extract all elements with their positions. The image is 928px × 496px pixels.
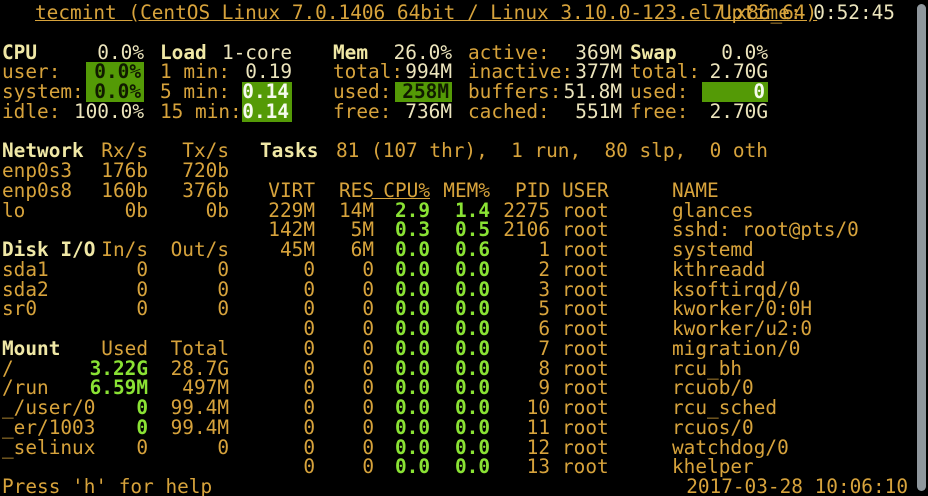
memx-value-2: 51.8M [502,82,622,102]
proc-pid-5: 5 [430,299,550,319]
uptime-label: Uptime: [720,1,802,24]
glances-terminal[interactable]: tecmint (CentOS Linux 7.0.1406 64bit / L… [0,0,928,496]
proc-user-6: root [562,319,609,339]
load-label-1: 5 min: [160,82,230,102]
proc-pid-1: 2106 [430,220,550,240]
load-value-2: 0.14 [242,102,292,122]
proc-user-2: root [562,240,609,260]
proc-pid-13: 13 [430,457,550,477]
proc-header-pid: PID [430,181,550,201]
proc-pid-6: 6 [430,319,550,339]
proc-user-13: root [562,457,609,477]
proc-name-2: systemd [672,240,754,260]
cpu-value-2: 100.0% [24,102,144,122]
mem-label-1: used: [333,82,391,102]
network-v2-0: 720b [109,161,229,181]
proc-header-name: NAME [672,181,719,201]
proc-pid-10: 10 [430,398,550,418]
memx-value-3: 551M [502,102,622,122]
mem-value-1: 258M [395,82,452,102]
proc-header-user: USER [562,181,609,201]
proc-user-3: root [562,260,609,280]
mem-value-2: 736M [332,102,452,122]
uptime-value: 0:52:45 [802,1,895,24]
proc-user-11: root [562,418,609,438]
proc-user-10: root [562,398,609,418]
swap-label-1: used: [630,82,688,102]
proc-pid-7: 7 [430,339,550,359]
datetime: 2017-03-28 10:06:10 [686,477,908,496]
tasks-summary: 81 (107 thr), 1 run, 80 slp, 0 oth [336,141,768,161]
proc-name-3: kthreadd [672,260,765,280]
proc-pid-4: 3 [430,280,550,300]
window-title: tecmint (CentOS Linux 7.0.1406 64bit / L… [35,3,817,23]
cpu-value-1: 0.0% [86,82,144,102]
uptime: Uptime: 0:52:45 [720,3,895,23]
proc-pid-8: 8 [430,359,550,379]
proc-pid-2: 1 [430,240,550,260]
network-row-name-2: lo [2,201,25,221]
load-label-2: 15 min: [160,102,242,122]
proc-user-7: root [562,339,609,359]
swap-value-1: 0 [702,82,768,102]
load-value-1: 0.14 [242,82,292,102]
help-hint: Press 'h' for help [2,477,212,496]
scrollbar[interactable] [917,4,926,491]
proc-name-7: migration/0 [672,339,800,359]
proc-name-11: rcuos/0 [672,418,754,438]
proc-pid-3: 2 [430,260,550,280]
swap-value-2: 2.70G [648,102,768,122]
tasks-title: Tasks [260,141,318,161]
proc-name-6: kworker/u2:0 [672,319,812,339]
proc-pid-11: 11 [430,418,550,438]
proc-name-10: rcu_sched [672,398,777,418]
cpu-label-1: system: [2,82,84,102]
